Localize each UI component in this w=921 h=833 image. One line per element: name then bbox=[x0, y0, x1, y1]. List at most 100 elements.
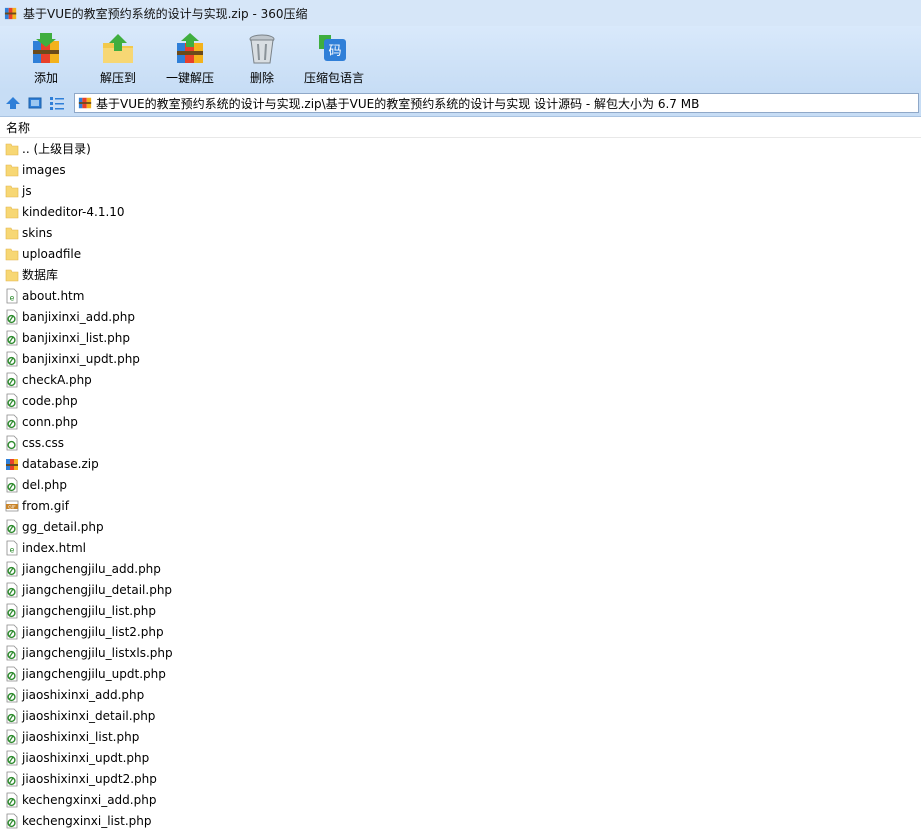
folder-row[interactable]: js bbox=[0, 180, 921, 201]
file-name: about.htm bbox=[22, 288, 85, 303]
large-icon-view-icon bbox=[28, 97, 42, 109]
file-row[interactable]: jiaoshixinxi_updt.php bbox=[0, 747, 921, 768]
php-file-icon bbox=[6, 624, 18, 639]
php-file-icon bbox=[6, 771, 18, 786]
extract-to-button[interactable]: 解压到 bbox=[82, 26, 154, 90]
file-row[interactable]: jiaoshixinxi_list.php bbox=[0, 726, 921, 747]
add-button[interactable]: 添加 bbox=[10, 26, 82, 90]
up-level-button[interactable] bbox=[4, 94, 22, 112]
folder-row[interactable]: skins bbox=[0, 222, 921, 243]
folder-icon bbox=[5, 269, 19, 281]
file-name: .. (上级目录) bbox=[22, 142, 91, 156]
file-row[interactable]: code.php bbox=[0, 390, 921, 411]
file-row[interactable]: jiangchengjilu_detail.php bbox=[0, 579, 921, 600]
file-row[interactable]: css.css bbox=[0, 432, 921, 453]
folder-row[interactable]: images bbox=[0, 159, 921, 180]
up-arrow-icon bbox=[6, 97, 20, 109]
folder-row[interactable]: kindeditor-4.1.10 bbox=[0, 201, 921, 222]
file-name: banjixinxi_list.php bbox=[22, 330, 130, 345]
file-row[interactable]: e index.html bbox=[0, 537, 921, 558]
html-file-icon: e bbox=[6, 540, 18, 555]
php-file-icon bbox=[6, 603, 18, 618]
archive-language-label: 压缩包语言 bbox=[303, 71, 364, 85]
toolbar: 添加 解压到 一键解压 删除 码 压缩包语言 bbox=[0, 26, 921, 90]
php-file-icon bbox=[6, 561, 18, 576]
trash-icon bbox=[249, 34, 275, 64]
php-file-icon bbox=[6, 792, 18, 807]
file-name: images bbox=[22, 162, 66, 177]
folder-row[interactable]: uploadfile bbox=[0, 243, 921, 264]
file-row[interactable]: del.php bbox=[0, 474, 921, 495]
one-click-extract-icon bbox=[177, 33, 203, 63]
file-row[interactable]: jiangchengjilu_add.php bbox=[0, 558, 921, 579]
zip-archive-icon bbox=[78, 97, 92, 109]
file-row[interactable]: banjixinxi_updt.php bbox=[0, 348, 921, 369]
file-name: jiaoshixinxi_detail.php bbox=[22, 708, 156, 723]
file-row[interactable]: kechengxinxi_list.php bbox=[0, 810, 921, 831]
path-text: 基于VUE的教室预约系统的设计与实现.zip\基于VUE的教室预约系统的设计与实… bbox=[96, 96, 700, 111]
delete-button[interactable]: 删除 bbox=[226, 26, 298, 90]
file-row[interactable]: banjixinxi_list.php bbox=[0, 327, 921, 348]
file-row[interactable]: jiaoshixinxi_add.php bbox=[0, 684, 921, 705]
svg-text:e: e bbox=[10, 293, 15, 302]
add-label: 添加 bbox=[33, 71, 58, 85]
language-icon: 码 bbox=[319, 35, 346, 61]
file-row[interactable]: database.zip bbox=[0, 453, 921, 474]
file-row[interactable]: gg_detail.php bbox=[0, 516, 921, 537]
php-file-icon bbox=[6, 477, 18, 492]
list-view-icon bbox=[50, 97, 64, 110]
php-file-icon bbox=[6, 582, 18, 597]
file-row[interactable]: jiangchengjilu_listxls.php bbox=[0, 642, 921, 663]
file-row[interactable]: e about.htm bbox=[0, 285, 921, 306]
address-bar: 基于VUE的教室预约系统的设计与实现.zip\基于VUE的教室预约系统的设计与实… bbox=[0, 90, 921, 117]
archive-app-icon bbox=[4, 7, 17, 19]
folder-row[interactable]: .. (上级目录) bbox=[0, 138, 921, 159]
file-row[interactable]: jiangchengjilu_list2.php bbox=[0, 621, 921, 642]
file-name: banjixinxi_add.php bbox=[22, 309, 135, 324]
zip-file-icon bbox=[6, 458, 18, 470]
file-name: uploadfile bbox=[22, 246, 82, 261]
file-name: index.html bbox=[22, 540, 86, 555]
file-name: 数据库 bbox=[22, 268, 59, 282]
file-row[interactable]: GIF from.gif bbox=[0, 495, 921, 516]
thumbnail-view-button[interactable] bbox=[26, 94, 44, 112]
file-row[interactable]: jiangchengjilu_updt.php bbox=[0, 663, 921, 684]
svg-text:码: 码 bbox=[328, 44, 341, 59]
file-name: css.css bbox=[22, 435, 65, 450]
html-file-icon: e bbox=[6, 288, 18, 303]
name-column-header[interactable]: 名称 bbox=[0, 117, 921, 138]
file-name: jiaoshixinxi_updt.php bbox=[22, 750, 150, 765]
file-name: jiangchengjilu_detail.php bbox=[22, 582, 173, 597]
file-list: .. (上级目录) images js kindeditor-4.1.10 skins u… bbox=[0, 138, 921, 831]
php-file-icon bbox=[6, 309, 18, 324]
php-file-icon bbox=[6, 687, 18, 702]
folder-icon bbox=[5, 206, 19, 218]
file-row[interactable]: jiangchengjilu_list.php bbox=[0, 600, 921, 621]
path-field[interactable]: 基于VUE的教室预约系统的设计与实现.zip\基于VUE的教室预约系统的设计与实… bbox=[74, 93, 919, 113]
folder-row[interactable]: 数据库 bbox=[0, 264, 921, 285]
php-file-icon bbox=[6, 393, 18, 408]
name-column-label: 名称 bbox=[6, 120, 31, 135]
file-row[interactable]: kechengxinxi_add.php bbox=[0, 789, 921, 810]
file-row[interactable]: jiaoshixinxi_updt2.php bbox=[0, 768, 921, 789]
one-click-extract-button[interactable]: 一键解压 bbox=[154, 26, 226, 90]
php-file-icon bbox=[6, 708, 18, 723]
file-row[interactable]: checkA.php bbox=[0, 369, 921, 390]
php-file-icon bbox=[6, 813, 18, 828]
file-name: jiangchengjilu_list.php bbox=[22, 603, 156, 618]
php-file-icon bbox=[6, 729, 18, 744]
file-row[interactable]: conn.php bbox=[0, 411, 921, 432]
folder-icon bbox=[5, 227, 19, 239]
folder-icon bbox=[5, 164, 19, 176]
list-view-button[interactable] bbox=[48, 94, 66, 112]
file-name: jiaoshixinxi_add.php bbox=[22, 687, 145, 702]
delete-label: 删除 bbox=[249, 71, 274, 85]
add-archive-icon bbox=[33, 33, 59, 63]
file-name: jiaoshixinxi_list.php bbox=[22, 729, 140, 744]
file-row[interactable]: banjixinxi_add.php bbox=[0, 306, 921, 327]
file-row[interactable]: jiaoshixinxi_detail.php bbox=[0, 705, 921, 726]
archive-language-button[interactable]: 码 压缩包语言 bbox=[298, 26, 370, 90]
one-click-extract-label: 一键解压 bbox=[165, 71, 214, 85]
php-file-icon bbox=[6, 372, 18, 387]
php-file-icon bbox=[6, 666, 18, 681]
